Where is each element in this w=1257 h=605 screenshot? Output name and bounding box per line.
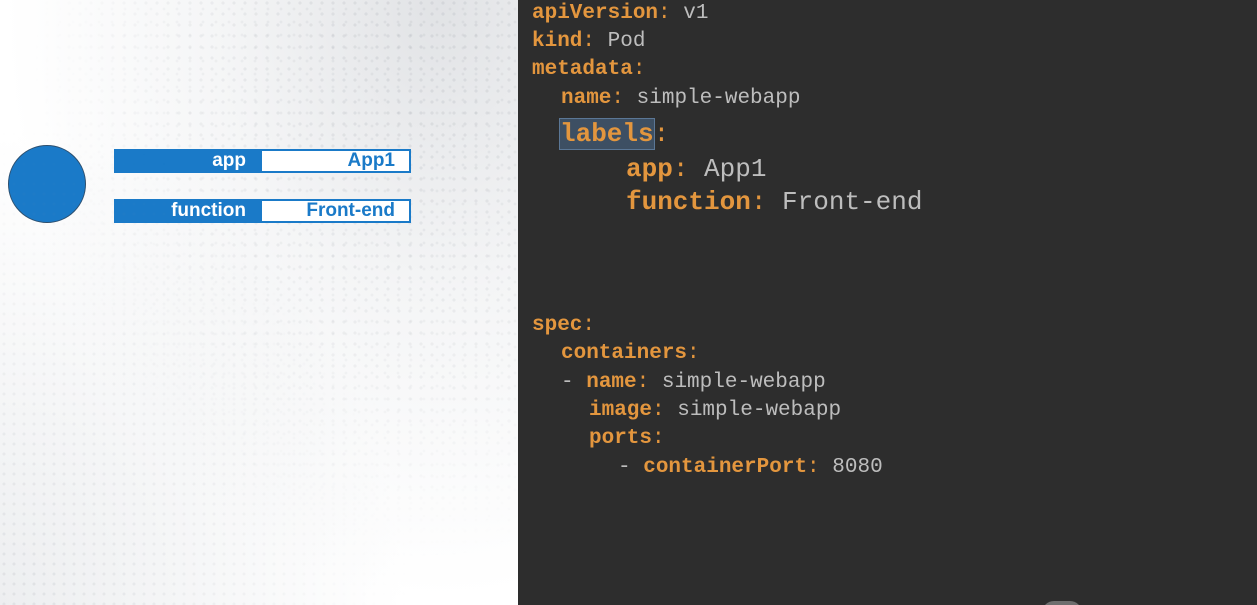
yaml-code-panel: apiVersion: v1 kind: Pod metadata: name:… [518, 0, 1257, 605]
code-line-metadata: metadata: [532, 58, 646, 81]
code-line-ports: ports: [589, 427, 665, 450]
yaml-list-dash: - [618, 456, 644, 479]
label-value: Front-end [260, 199, 411, 223]
yaml-list-dash: - [561, 371, 587, 394]
code-line-image: image: simple-webapp [589, 399, 842, 422]
yaml-key: spec [532, 314, 583, 337]
code-line-label-app: app: App1 [626, 154, 767, 184]
label-key: app [114, 149, 260, 173]
yaml-key: kind [532, 30, 583, 53]
yaml-value: simple-webapp [664, 399, 842, 422]
yaml-key: app [626, 154, 673, 184]
yaml-key: ports [589, 427, 653, 450]
label-tag-function: function Front-end [114, 199, 411, 223]
yaml-key: containers [561, 342, 688, 365]
yaml-value: simple-webapp [649, 371, 826, 394]
yaml-value: Pod [595, 30, 646, 53]
yaml-key: name [586, 371, 637, 394]
yaml-key: containerPort [643, 456, 808, 479]
yaml-key-highlighted: labels [559, 118, 655, 150]
code-line-name: name: simple-webapp [561, 87, 801, 110]
pod-circle-icon [8, 145, 86, 223]
code-line-container-name: - name: simple-webapp [561, 371, 826, 394]
label-tag-app: app App1 [114, 149, 411, 173]
yaml-value: 8080 [819, 456, 883, 479]
diagram-area: app App1 function Front-end [0, 0, 518, 605]
label-key: function [114, 199, 260, 223]
code-line-apiversion: apiVersion: v1 [532, 2, 709, 25]
code-line-spec: spec: [532, 314, 596, 337]
yaml-key: metadata [532, 58, 633, 81]
yaml-key: name [561, 87, 612, 110]
yaml-value: Front-end [766, 187, 923, 217]
yaml-key: apiVersion [532, 2, 659, 25]
code-line-label-function: function: Front-end [626, 187, 923, 217]
code-line-kind: kind: Pod [532, 30, 646, 53]
yaml-value: simple-webapp [624, 87, 801, 110]
code-line-containerport: - containerPort: 8080 [618, 456, 883, 479]
yaml-key: function [626, 187, 751, 217]
yaml-value: App1 [688, 154, 767, 184]
label-value: App1 [260, 149, 411, 173]
code-line-labels: labels: [559, 118, 670, 150]
decorative-shape [1042, 601, 1082, 605]
yaml-key: image [589, 399, 653, 422]
yaml-value: v1 [670, 2, 709, 25]
code-line-containers: containers: [561, 342, 700, 365]
